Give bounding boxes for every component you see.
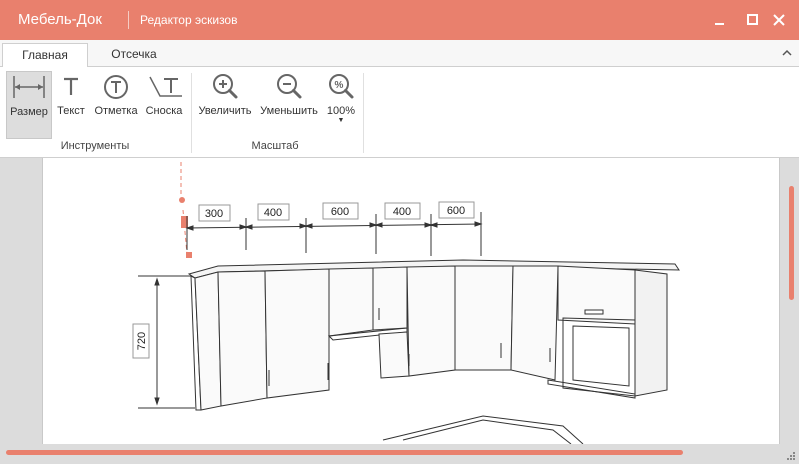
title-bar: Мебель-Док Редактор эскизов <box>0 0 799 40</box>
ribbon-tabs: Главная Отсечка <box>0 40 799 67</box>
chevron-up-icon <box>782 49 792 56</box>
dimension-value[interactable]: 400 <box>393 206 411 218</box>
svg-text:%: % <box>335 80 344 91</box>
group-label-zoom: Масштаб <box>251 140 299 152</box>
leader-note-button[interactable]: Сноска <box>143 71 185 139</box>
app-title: Мебель-Док <box>18 11 102 28</box>
dimension-value-vertical[interactable]: 720 <box>136 332 148 350</box>
zoom-in-button[interactable]: Увеличить <box>196 71 254 139</box>
text-label: Текст <box>57 105 85 117</box>
resize-grip-icon[interactable] <box>786 451 796 461</box>
maximize-icon <box>747 14 758 25</box>
mark-icon <box>104 75 128 99</box>
document-title: Редактор эскизов <box>140 13 238 27</box>
zoom-percent-icon: % <box>329 74 354 99</box>
kitchen-sketch: 300 400 600 400 600 720 <box>132 162 680 444</box>
dimension-icon <box>13 76 45 98</box>
zoom-in-label: Увеличить <box>198 105 252 117</box>
collapse-ribbon-button[interactable] <box>781 46 793 58</box>
zoom-100-button[interactable]: % 100% ▼ <box>323 71 359 139</box>
zoom-out-label: Уменьшить <box>260 105 318 117</box>
leader-note-label: Сноска <box>145 105 183 117</box>
group-separator <box>363 73 364 153</box>
dimension-value[interactable]: 400 <box>264 207 282 219</box>
maximize-button[interactable] <box>742 10 762 30</box>
vertical-scrollbar[interactable] <box>789 186 794 300</box>
title-separator <box>128 11 129 29</box>
zoom-out-button[interactable]: Уменьшить <box>257 71 321 139</box>
drawing-canvas[interactable]: 300 400 600 400 600 720 <box>42 158 780 444</box>
close-icon <box>773 14 785 26</box>
minimize-icon <box>715 23 724 25</box>
zoom-out-icon <box>277 74 302 99</box>
group-separator <box>191 73 192 153</box>
dimension-button[interactable]: Размер <box>6 71 52 139</box>
dropdown-caret-icon: ▼ <box>337 117 345 124</box>
mark-button[interactable]: Отметка <box>92 71 140 139</box>
group-label-tools: Инструменты <box>60 140 130 152</box>
dimension-label: Размер <box>10 106 48 118</box>
zoom-100-label: 100% <box>326 105 356 117</box>
horizontal-scrollbar[interactable] <box>6 450 683 455</box>
close-button[interactable] <box>769 10 789 30</box>
minimize-button[interactable] <box>710 10 730 30</box>
ribbon: Размер Текст Отметка Сноска Инструменты … <box>0 66 799 158</box>
zoom-in-icon <box>213 74 238 99</box>
tab-home[interactable]: Главная <box>2 43 88 67</box>
dimension-value[interactable]: 600 <box>447 205 465 217</box>
mark-label: Отметка <box>94 105 138 117</box>
dimension-value[interactable]: 300 <box>205 208 223 220</box>
text-button[interactable]: Текст <box>54 71 88 139</box>
leader-note-icon <box>149 76 182 97</box>
horizontal-scroll-track <box>0 446 799 464</box>
dimension-value[interactable]: 600 <box>331 206 349 218</box>
workspace: 300 400 600 400 600 720 <box>0 158 799 464</box>
text-icon <box>64 77 78 95</box>
tab-clipping[interactable]: Отсечка <box>95 43 173 66</box>
